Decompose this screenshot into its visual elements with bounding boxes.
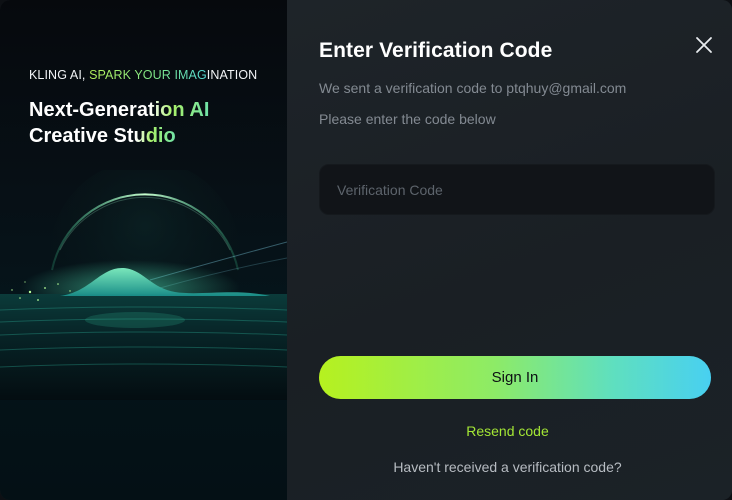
close-icon: [696, 37, 712, 53]
tagline-highlight: SPARK YOUR IMAG: [89, 68, 207, 82]
verification-dialog: KLING AI, SPARK YOUR IMAGINATION Next-Ge…: [0, 0, 732, 500]
promo-tagline: KLING AI, SPARK YOUR IMAGINATION: [29, 68, 257, 82]
resend-code-link[interactable]: Resend code: [283, 423, 732, 439]
sign-in-button[interactable]: Sign In: [319, 356, 711, 399]
promo-panel: KLING AI, SPARK YOUR IMAGINATION Next-Ge…: [0, 0, 287, 500]
verification-form: Enter Verification Code We sent a verifi…: [287, 0, 732, 500]
dialog-subtitle: We sent a verification code to ptqhuy@gm…: [319, 80, 627, 96]
verification-code-input[interactable]: [319, 164, 715, 215]
headline-line-2: Creative Studio: [29, 125, 176, 147]
promo-headline: Next-Generation AI Creative Studio: [29, 97, 209, 149]
dialog-title: Enter Verification Code: [319, 39, 553, 62]
tagline-end: INATION: [206, 68, 258, 82]
promo-artwork-image: [0, 170, 287, 400]
headline-line-1: Next-Generation AI: [29, 99, 210, 121]
dialog-instruction: Please enter the code below: [319, 111, 496, 127]
no-code-help-link[interactable]: Haven't received a verification code?: [283, 459, 732, 475]
close-button[interactable]: [694, 35, 714, 55]
tagline-brand: KLING AI,: [29, 68, 90, 82]
